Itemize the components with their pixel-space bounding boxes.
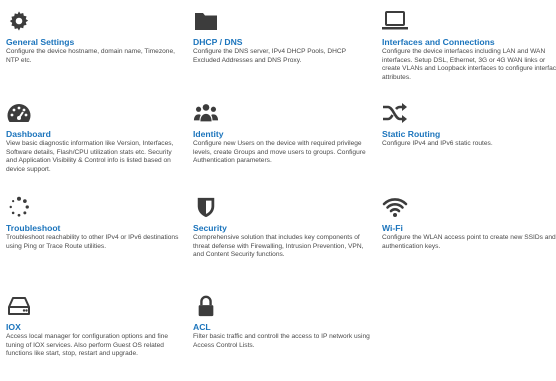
tile-description: Configure the device hostname, domain na… — [6, 48, 175, 64]
tile-acl[interactable]: ACL Filter basic traffic and controll th… — [193, 295, 371, 350]
tile-title: General Settings — [6, 37, 75, 47]
tile-title: Interfaces and Connections — [382, 37, 495, 47]
tile-description: Filter basic traffic and controll the ac… — [193, 333, 370, 349]
tile-title: IOX — [6, 322, 21, 332]
tile-description: Troubleshoot reachability to other IPv4 … — [6, 234, 179, 250]
laptop-icon — [382, 10, 408, 32]
folder-icon — [193, 10, 219, 32]
tile-title: Static Routing — [382, 129, 441, 139]
tile-general-settings[interactable]: General Settings Configure the device ho… — [6, 10, 184, 65]
gauge-icon — [6, 102, 32, 124]
tile-identity[interactable]: Identity Configure new Users on the devi… — [193, 102, 371, 166]
tile-description: Configure IPv4 and IPv6 static routes. — [382, 140, 493, 147]
shield-icon — [193, 196, 219, 218]
tile-description: Configure new Users on the device with r… — [193, 140, 366, 165]
users-icon — [193, 102, 219, 124]
spinner-icon — [6, 196, 32, 218]
gear-icon — [6, 10, 32, 32]
tile-wi-fi[interactable]: Wi-Fi Configure the WLAN access point to… — [382, 196, 556, 251]
tile-title: Dashboard — [6, 129, 51, 139]
tile-title: Troubleshoot — [6, 223, 61, 233]
tile-description: Configure the WLAN access point to creat… — [382, 234, 556, 250]
hard-drive-icon — [6, 295, 32, 317]
tile-description: Access local manager for configuration o… — [6, 333, 169, 358]
tile-title: Security — [193, 223, 227, 233]
tile-description: Configure the DNS server, IPv4 DHCP Pool… — [193, 48, 346, 64]
tile-description: Comprehensive solution that includes key… — [193, 234, 364, 259]
tile-title: DHCP / DNS — [193, 37, 243, 47]
tile-static-routing[interactable]: Static Routing Configure IPv4 and IPv6 s… — [382, 102, 556, 149]
tile-troubleshoot[interactable]: Troubleshoot Troubleshoot reachability t… — [6, 196, 184, 251]
tile-iox[interactable]: IOX Access local manager for configurati… — [6, 295, 184, 359]
tile-interfaces-and-connections[interactable]: Interfaces and Connections Configure the… — [382, 10, 556, 82]
tile-title: ACL — [193, 322, 211, 332]
tile-title: Identity — [193, 129, 224, 139]
shuffle-icon — [382, 102, 408, 124]
tile-dashboard[interactable]: Dashboard View basic diagnostic informat… — [6, 102, 184, 174]
tile-title: Wi-Fi — [382, 223, 403, 233]
tile-security[interactable]: Security Comprehensive solution that inc… — [193, 196, 371, 260]
wifi-icon — [382, 196, 408, 218]
tile-dhcp-dns[interactable]: DHCP / DNS Configure the DNS server, IPv… — [193, 10, 371, 65]
tile-description: Configure the device interfaces includin… — [382, 48, 556, 81]
lock-icon — [193, 295, 219, 317]
tile-description: View basic diagnostic information like V… — [6, 140, 174, 173]
